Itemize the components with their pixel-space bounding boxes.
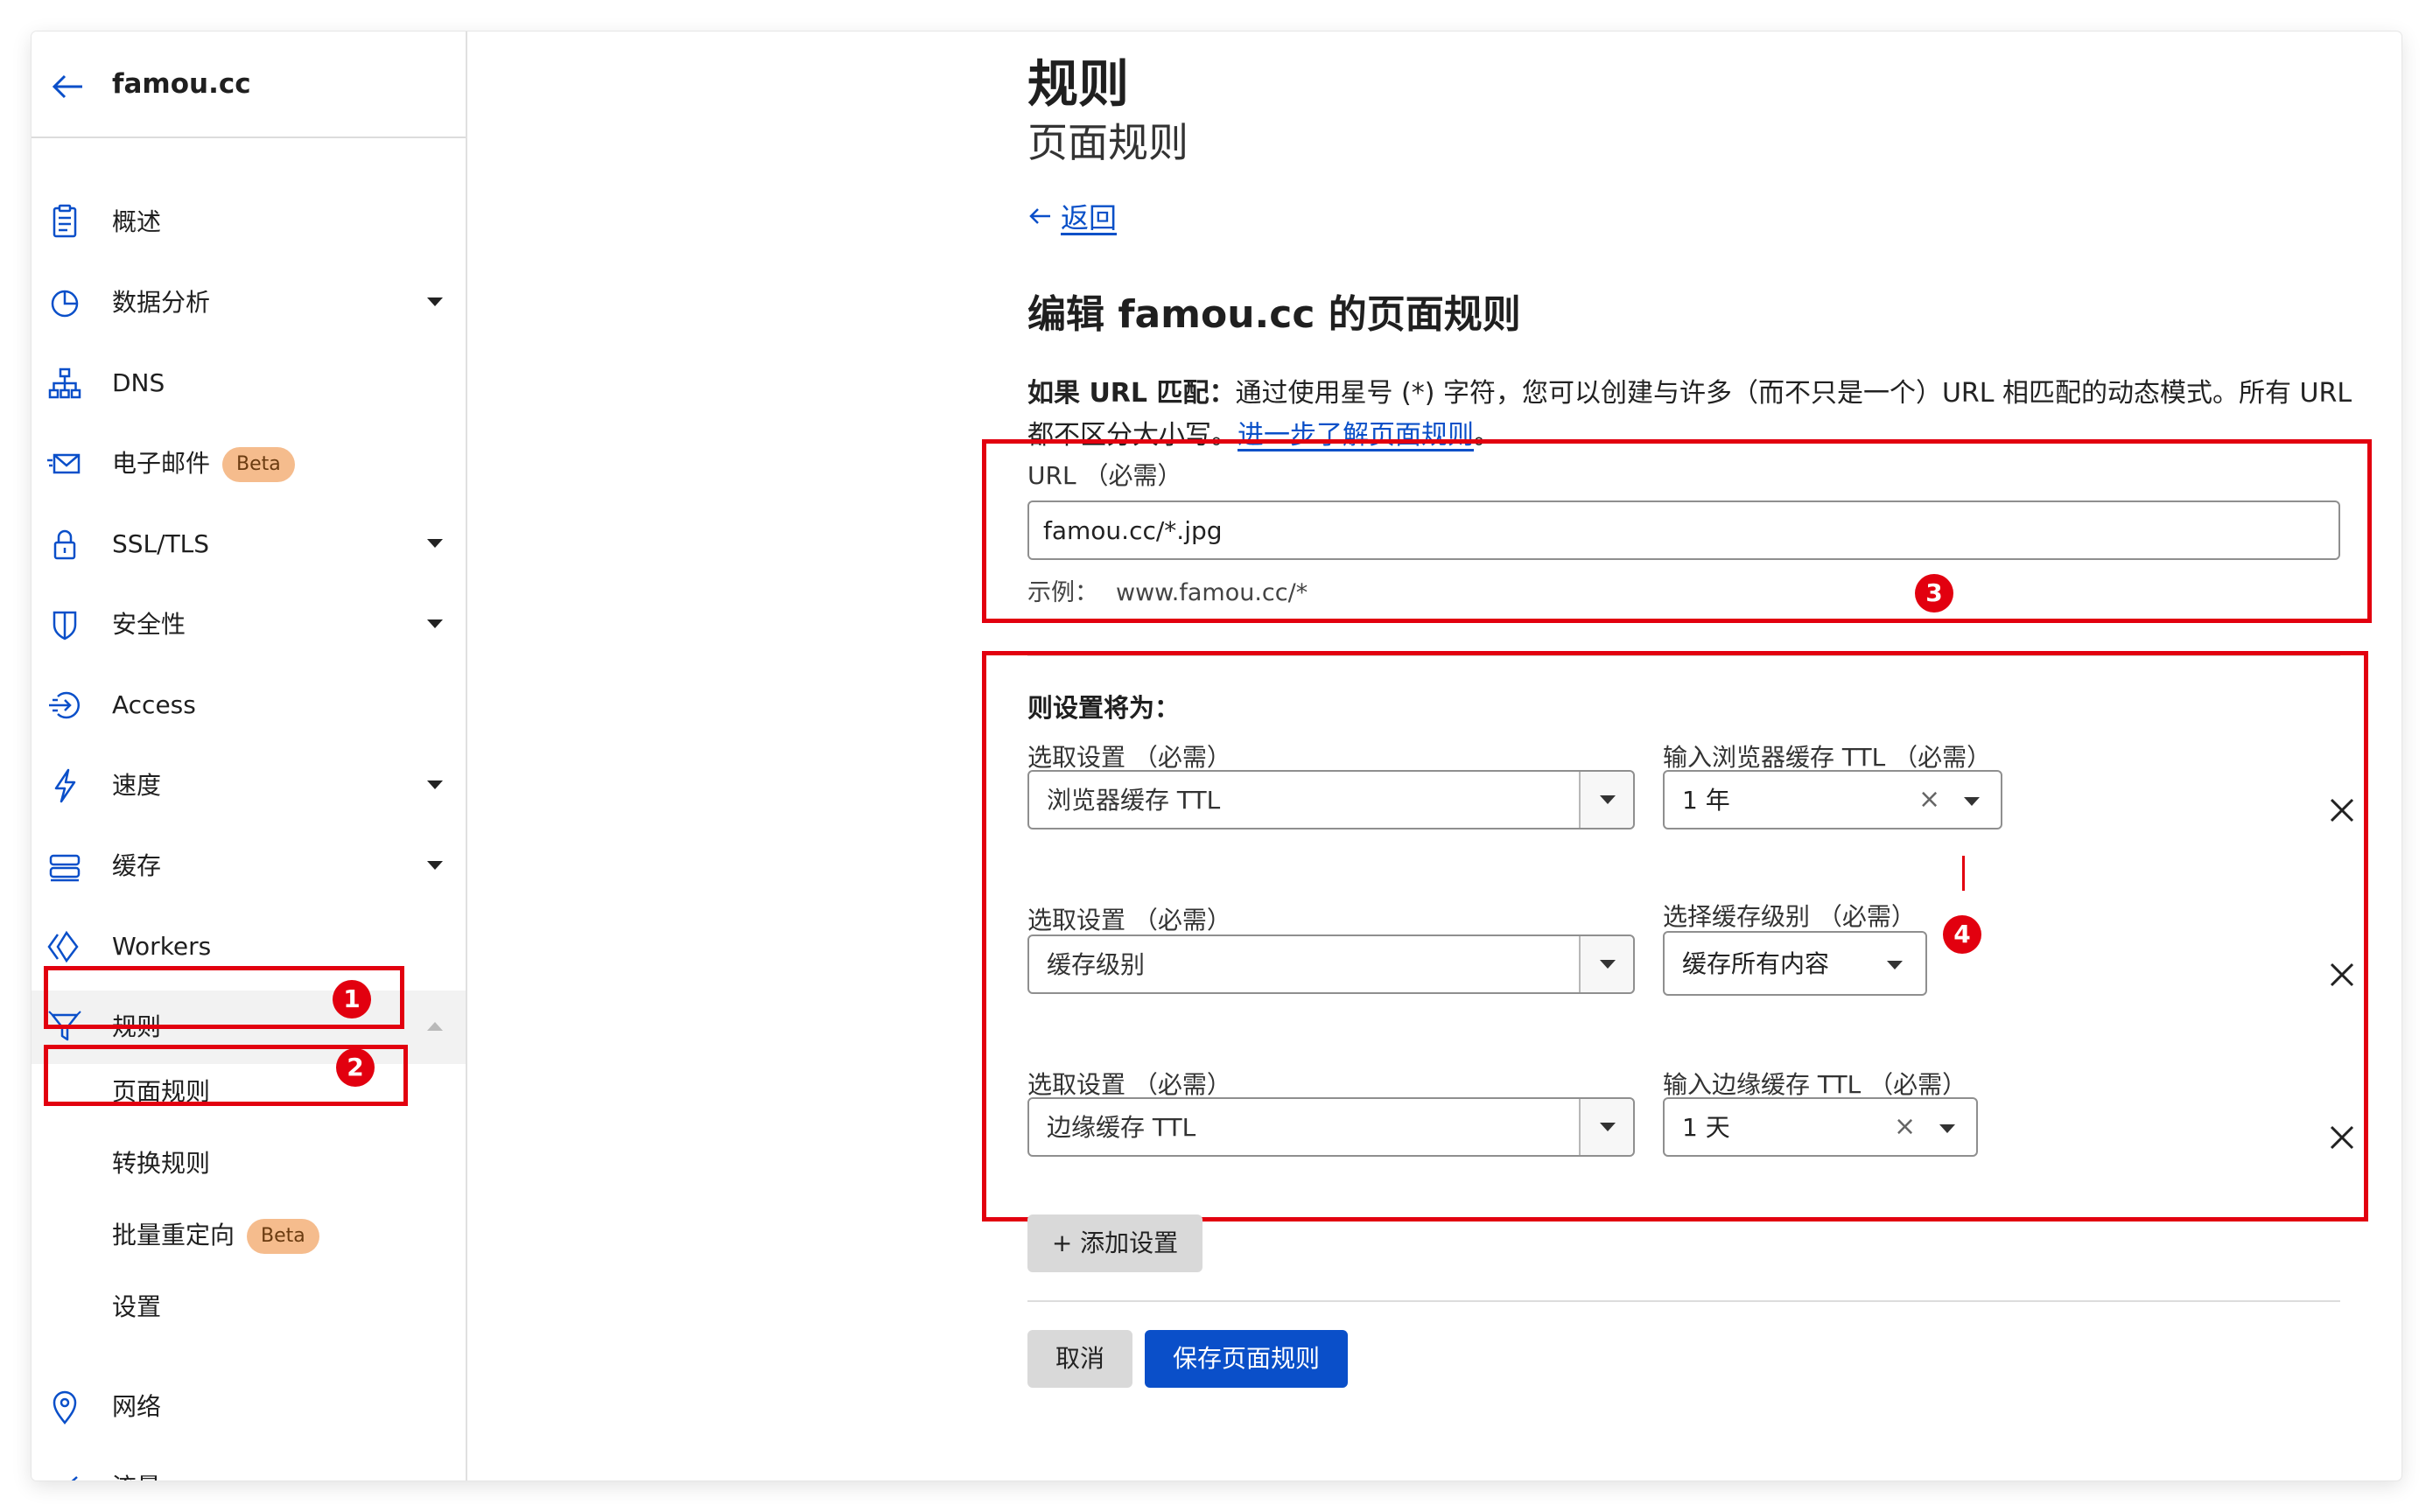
shield-icon xyxy=(53,611,77,640)
sidebar-item-label: DNS xyxy=(112,368,165,397)
sidebar-subitem-settings[interactable]: 设置 xyxy=(112,1290,161,1325)
sidebar-item-traffic[interactable]: 流量 xyxy=(32,1451,466,1480)
sidebar-header: famou.cc xyxy=(32,32,466,138)
sidebar-item-label: 速度 xyxy=(112,771,162,800)
chevron-down-icon xyxy=(427,620,443,628)
sidebar-item-email[interactable]: 电子邮件 Beta xyxy=(32,427,466,500)
page-title: 规则 xyxy=(1027,54,1130,114)
beta-badge: Beta xyxy=(222,447,295,482)
sidebar-item-label-wrap: 电子邮件 Beta xyxy=(112,446,295,482)
annotation-number-4: 4 xyxy=(1943,915,1981,954)
workers-icon xyxy=(47,930,79,963)
sidebar-item-label: 安全性 xyxy=(112,610,186,639)
traffic-icon xyxy=(71,1476,78,1480)
sidebar-item-label: 概述 xyxy=(112,207,162,236)
email-icon xyxy=(47,453,81,474)
network-tree-icon xyxy=(48,368,81,399)
zone-domain: famou.cc xyxy=(112,68,251,100)
location-pin-icon xyxy=(53,1390,77,1425)
chevron-down-icon xyxy=(427,539,443,548)
annotation-box-3 xyxy=(982,439,2372,623)
sidebar-item-caching[interactable]: 缓存 xyxy=(32,830,466,903)
sidebar-item-label: Access xyxy=(112,690,196,719)
chevron-up-icon xyxy=(427,1022,443,1031)
annotation-pointer-line xyxy=(1962,856,1965,891)
sidebar-item-dns[interactable]: DNS xyxy=(32,346,466,420)
chevron-down-icon xyxy=(427,861,443,870)
sidebar-item-analytics[interactable]: 数据分析 xyxy=(32,266,466,340)
sidebar-item-label: SSL/TLS xyxy=(112,529,210,558)
lightning-icon xyxy=(54,768,76,803)
back-link[interactable]: 返回 xyxy=(1027,196,1117,236)
sidebar-item-label: 流量 xyxy=(112,1470,161,1480)
sidebar-item-label: 网络 xyxy=(112,1392,162,1421)
sidebar-item-label: 缓存 xyxy=(112,851,162,880)
lock-icon xyxy=(53,529,76,560)
page-subtitle: 页面规则 xyxy=(1027,119,1188,166)
chevron-down-icon xyxy=(427,780,443,789)
back-arrow-icon[interactable] xyxy=(47,68,91,105)
sidebar-item-label: 批量重定向 xyxy=(112,1221,235,1250)
access-icon xyxy=(49,691,81,719)
app-window: famou.cc 概述 数据分析 DNS 电子邮件 Beta SSL/TLS 安… xyxy=(32,32,2401,1480)
annotation-number-1: 1 xyxy=(333,980,371,1018)
cancel-button[interactable]: 取消 xyxy=(1027,1330,1132,1388)
beta-badge: Beta xyxy=(247,1219,319,1254)
divider xyxy=(1027,1300,2340,1302)
arrow-left-icon xyxy=(1029,208,1050,224)
sidebar-item-network[interactable]: 网络 xyxy=(32,1370,466,1444)
save-page-rule-button[interactable]: 保存页面规则 xyxy=(1145,1330,1348,1388)
sidebar-item-label: 数据分析 xyxy=(112,288,211,317)
sidebar-item-ssl-tls[interactable]: SSL/TLS xyxy=(32,508,466,581)
document-icon xyxy=(53,204,77,238)
chevron-down-icon xyxy=(427,298,443,306)
sidebar: famou.cc 概述 数据分析 DNS 电子邮件 Beta SSL/TLS 安… xyxy=(32,32,467,1480)
sidebar-subitem-bulk-redirects[interactable]: 批量重定向 Beta xyxy=(112,1218,319,1254)
back-link-label: 返回 xyxy=(1061,201,1118,234)
edit-heading: 编辑 famou.cc 的页面规则 xyxy=(1027,292,1521,337)
storage-icon xyxy=(49,854,81,882)
sidebar-item-label: 电子邮件 xyxy=(112,449,211,478)
sidebar-item-overview[interactable]: 概述 xyxy=(32,186,466,259)
annotation-number-2: 2 xyxy=(336,1048,375,1087)
annotation-box-4 xyxy=(982,651,2368,1222)
add-setting-button[interactable]: + 添加设置 xyxy=(1027,1214,1202,1272)
sidebar-item-speed[interactable]: 速度 xyxy=(32,749,466,822)
sidebar-item-access[interactable]: Access xyxy=(32,668,466,742)
annotation-number-3: 3 xyxy=(1915,574,1953,612)
sidebar-item-security[interactable]: 安全性 xyxy=(32,588,466,662)
pie-chart-icon xyxy=(51,290,79,318)
sidebar-subitem-transform-rules[interactable]: 转换规则 xyxy=(112,1146,210,1181)
sidebar-item-label: Workers xyxy=(112,932,212,961)
description-bold: 如果 URL 匹配： xyxy=(1027,378,1236,409)
